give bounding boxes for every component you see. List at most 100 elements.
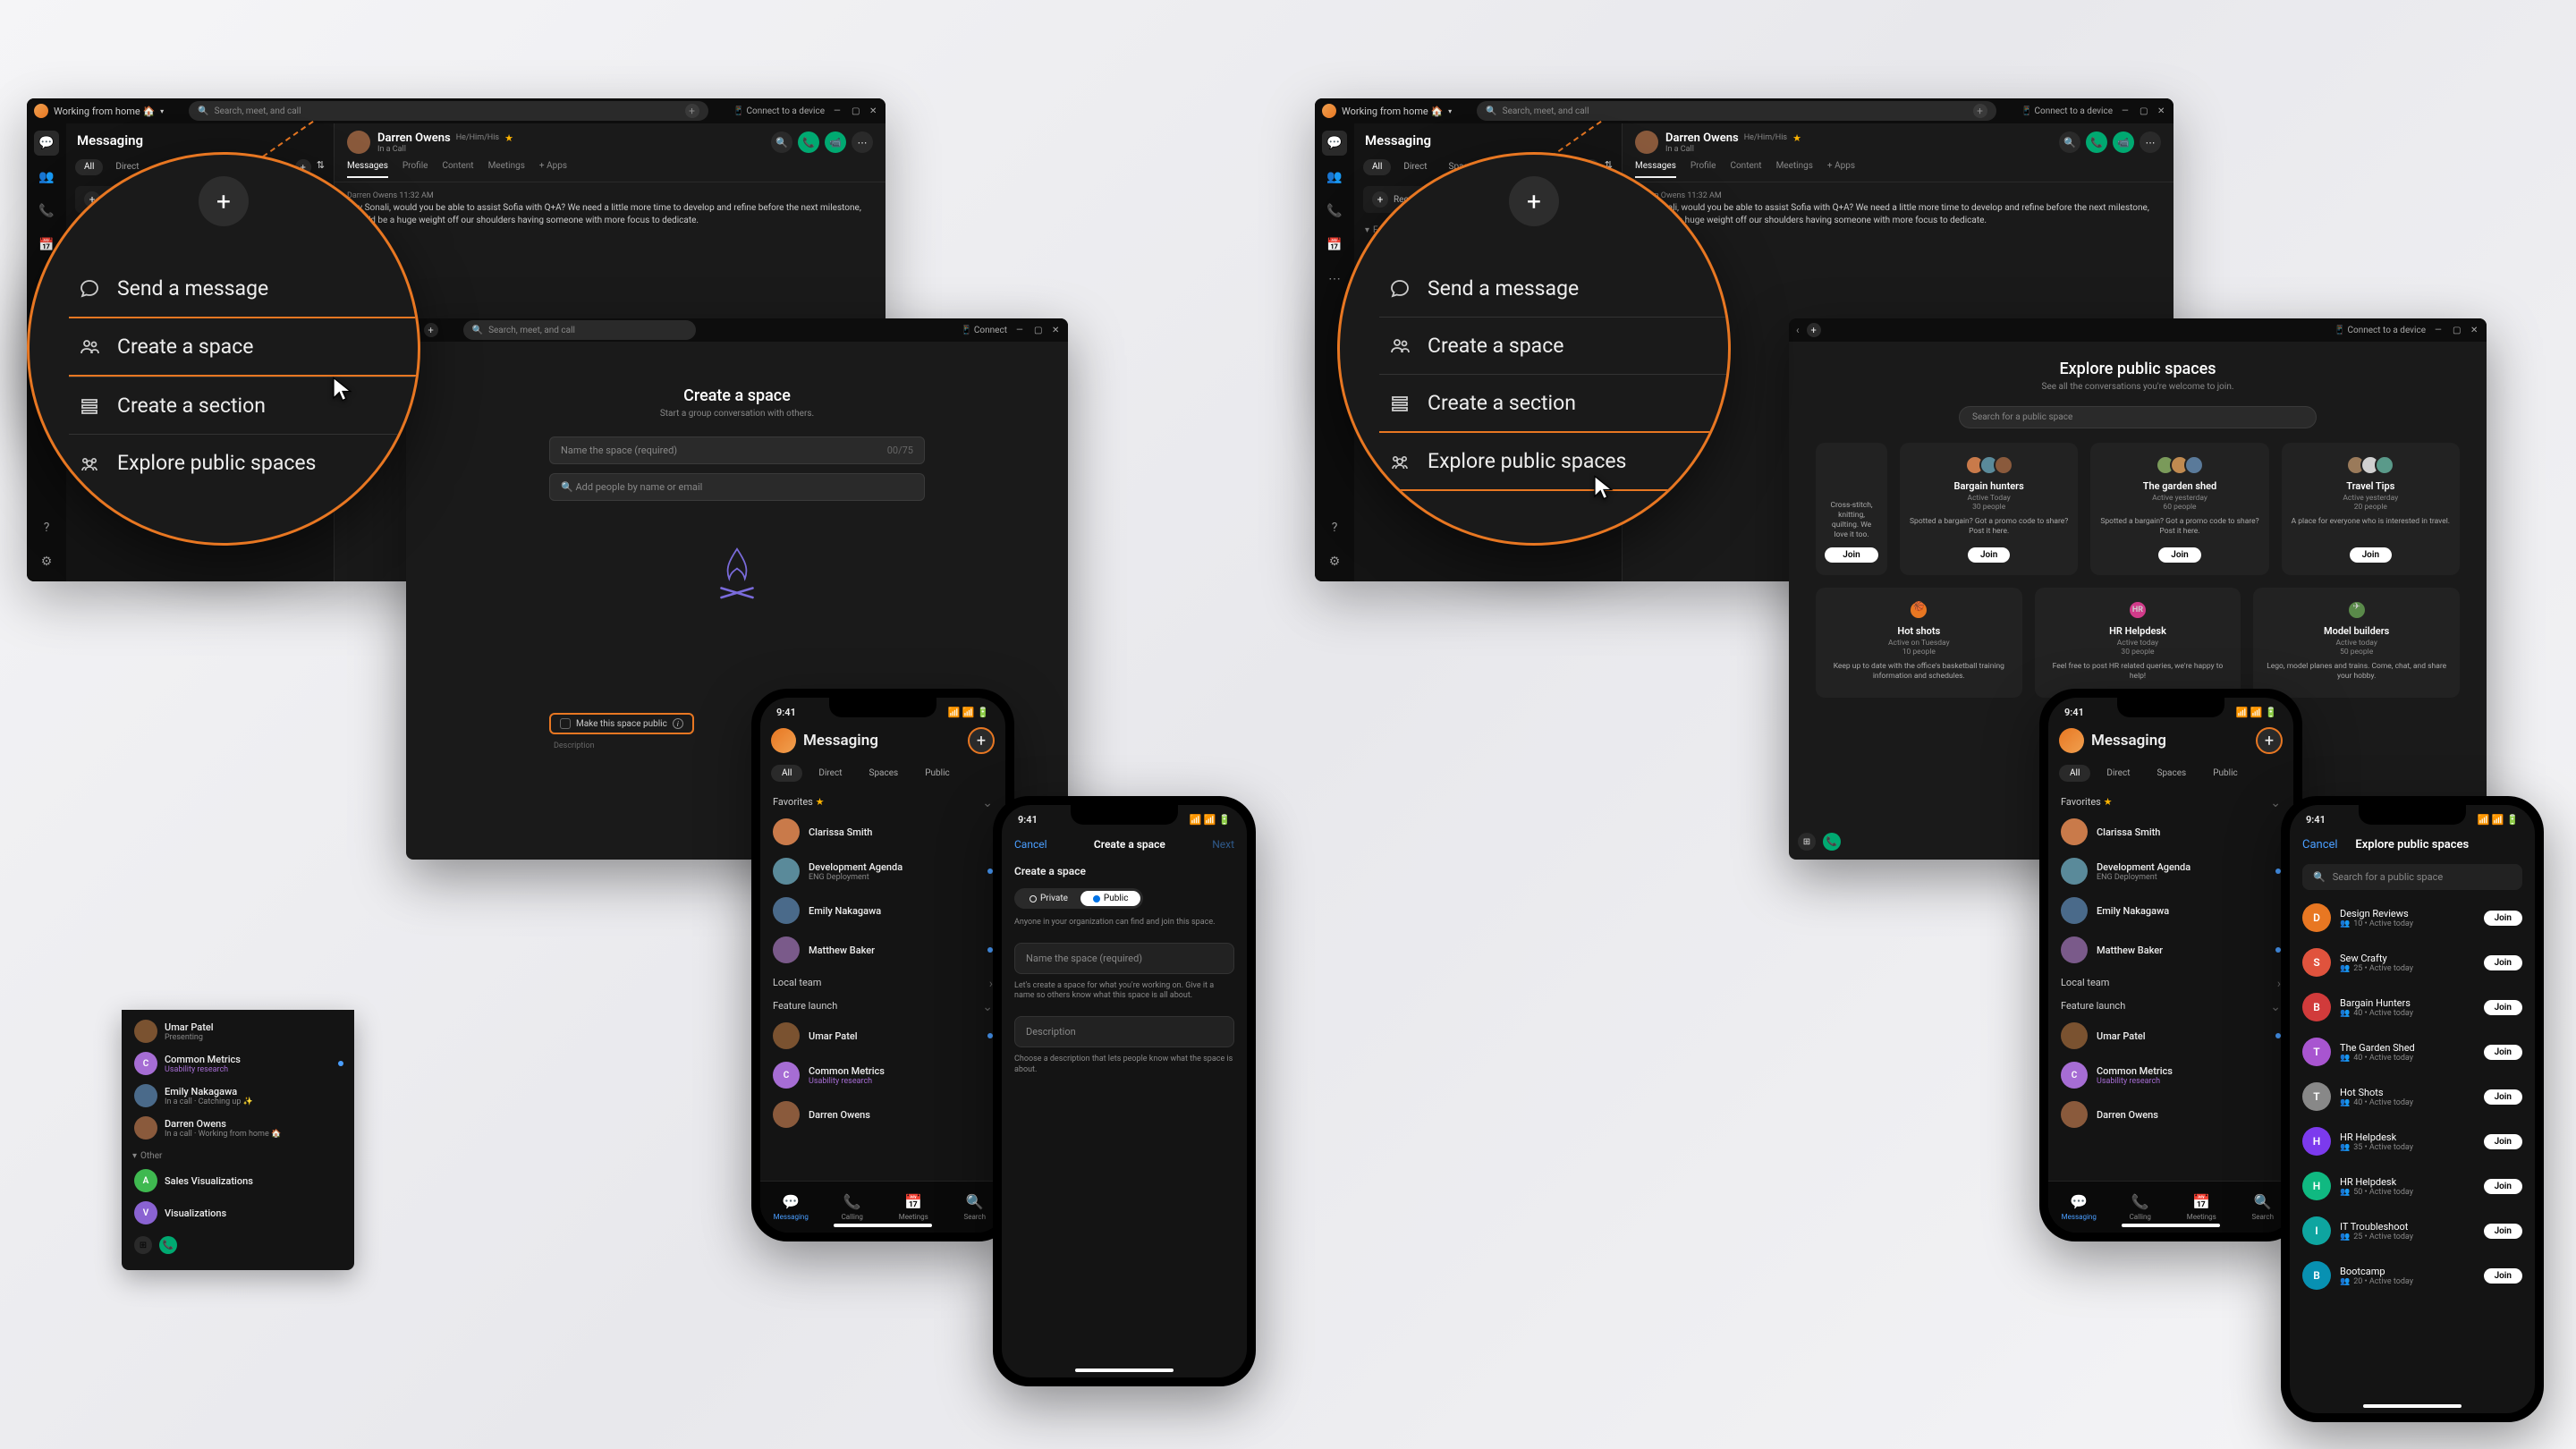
space-card[interactable]: HR HR Helpdesk Active today 30 people Fe… [2035, 588, 2241, 698]
rail-settings-icon[interactable]: ⚙ [1322, 549, 1347, 574]
seg-public[interactable]: Public [1080, 891, 1141, 906]
chat-item[interactable]: A Sales Visualizations [122, 1165, 354, 1197]
add-people-input[interactable]: 🔍 Add people by name or email [549, 473, 925, 501]
connect-device-button[interactable]: 📱 Connect to a device [2334, 326, 2426, 335]
minimize-icon[interactable]: — [2435, 326, 2444, 335]
m-tab-spaces[interactable]: Spaces [859, 765, 910, 782]
tab-apps[interactable]: + Apps [539, 161, 567, 178]
rail-calling-icon[interactable]: 📞 [1322, 199, 1347, 224]
join-button[interactable]: Join [2350, 547, 2392, 563]
maximize-icon[interactable]: ▢ [2140, 106, 2148, 115]
menu-create-section[interactable]: Create a section [69, 377, 418, 434]
other-section[interactable]: ▾Other [122, 1144, 354, 1165]
make-public-checkbox[interactable]: Make this space public i [549, 713, 694, 734]
explore-list-item[interactable]: B Bargain Hunters 👥40 • Active today Joi… [2290, 985, 2535, 1030]
rail-settings-icon[interactable]: ⚙ [34, 549, 59, 574]
contact-avatar[interactable] [347, 131, 370, 154]
explore-search-input[interactable]: Search for a public space [1959, 406, 2317, 428]
m-tab-direct[interactable]: Direct [808, 765, 852, 782]
rail-messaging-icon[interactable]: 💬 [34, 131, 59, 156]
explore-search-input[interactable]: 🔍 Search for a public space [2302, 864, 2522, 890]
m-chat-item[interactable]: Clarissa Smith [760, 812, 1005, 852]
plus-icon[interactable]: + [424, 323, 438, 337]
description-input[interactable]: Description [1014, 1016, 1234, 1047]
explore-list-item[interactable]: I IT Troubleshoot 👥25 • Active today Joi… [2290, 1208, 2535, 1253]
m-chat-item[interactable]: Emily Nakagawa [760, 891, 1005, 930]
join-button[interactable]: Join [2158, 547, 2200, 563]
m-chat-item[interactable]: Development AgendaENG Deployment [760, 852, 1005, 891]
rail-help-icon[interactable]: ? [34, 515, 59, 540]
video-call-button[interactable]: 📹 [825, 131, 846, 153]
minimize-icon[interactable]: — [834, 106, 843, 115]
m-featurelaunch-section[interactable]: Feature launch⌄ [760, 993, 1005, 1016]
user-avatar[interactable] [2059, 728, 2084, 753]
rail-help-icon[interactable]: ? [1322, 515, 1347, 540]
seg-private[interactable]: Private [1017, 891, 1080, 906]
join-button[interactable]: Join [2484, 1179, 2522, 1194]
close-icon[interactable]: ✕ [2157, 106, 2166, 115]
space-card[interactable]: Bargain hunters Active Today 30 people S… [1900, 443, 2078, 575]
tab-all[interactable]: All [75, 159, 103, 175]
join-button[interactable]: Join [1968, 547, 2010, 563]
rail-more-icon[interactable]: ⋯ [1322, 267, 1347, 292]
tab-messages[interactable]: Messages [347, 161, 388, 178]
search-conv-icon[interactable]: 🔍 [771, 131, 792, 153]
space-name-input[interactable]: Name the space (required) 00/75 [549, 436, 925, 464]
rail-call-icon[interactable]: 📞 [1823, 833, 1841, 851]
m-chat-item[interactable]: Darren Owens [760, 1095, 1005, 1134]
chat-item[interactable]: Darren OwensIn a call · Working from hom… [122, 1112, 354, 1144]
menu-send-message[interactable]: Send a message [1379, 260, 1728, 317]
global-search[interactable]: 🔍 Search, meet, and call + [189, 101, 708, 121]
tab-direct[interactable]: Direct [1394, 159, 1436, 175]
rail-apps-icon[interactable]: ⊞ [1798, 833, 1816, 851]
video-call-button[interactable]: 📹 [2113, 131, 2134, 153]
join-button[interactable]: Join [2484, 1045, 2522, 1060]
cancel-button[interactable]: Cancel [1014, 838, 1047, 851]
mobile-plus-button[interactable]: + [2256, 727, 2283, 754]
presence-status[interactable]: Working from home 🏠 ▾ [34, 104, 164, 118]
space-card[interactable]: The garden shed Active yesterday 60 peop… [2090, 443, 2268, 575]
rail-call-icon[interactable]: 📞 [159, 1236, 177, 1254]
plus-button[interactable]: + [1509, 176, 1559, 226]
favorite-star-icon[interactable]: ★ [504, 132, 513, 144]
join-button[interactable]: Join [2484, 955, 2522, 970]
plus-button[interactable]: + [199, 176, 249, 226]
user-avatar[interactable] [771, 728, 796, 753]
chat-item[interactable]: Umar PatelPresenting [122, 1015, 354, 1047]
rail-messaging-icon[interactable]: 💬 [1322, 131, 1347, 156]
minimize-icon[interactable]: — [2122, 106, 2131, 115]
menu-send-message[interactable]: Send a message [69, 260, 418, 317]
minimize-icon[interactable]: — [1016, 326, 1025, 335]
join-button[interactable]: Join [2484, 911, 2522, 926]
m-favorites-section[interactable]: Favorites ★⌄ [760, 789, 1005, 812]
close-icon[interactable]: ✕ [2470, 326, 2479, 335]
m-chat-item[interactable]: Matthew Baker [760, 930, 1005, 970]
m-tab-all[interactable]: All [771, 765, 802, 782]
rail-meetings-icon[interactable]: 📅 [1322, 233, 1347, 258]
space-name-input[interactable]: Name the space (required) [1014, 943, 1234, 974]
rail-calling-icon[interactable]: 📞 [34, 199, 59, 224]
connect-device-button[interactable]: 📱 Connect to a device [2021, 106, 2113, 116]
mobile-plus-button[interactable]: + [968, 727, 995, 754]
join-button[interactable]: Join [2484, 1268, 2522, 1284]
global-search[interactable]: 🔍 Search, meet, and call + [1477, 101, 1996, 121]
more-icon[interactable]: ⋯ [2140, 131, 2161, 153]
cancel-button[interactable]: Cancel [2302, 838, 2338, 852]
menu-explore-public[interactable]: Explore public spaces [69, 434, 418, 491]
chat-item[interactable]: Emily NakagawaIn a call · Catching up ✨ [122, 1080, 354, 1112]
m-tab-public[interactable]: Public [914, 765, 961, 782]
tab-content[interactable]: Content [442, 161, 473, 178]
explore-list-item[interactable]: T The Garden Shed 👥40 • Active today Joi… [2290, 1030, 2535, 1074]
next-button[interactable]: Next [1212, 838, 1234, 851]
filter-icon[interactable]: ⇅ [317, 159, 325, 175]
search-conv-icon[interactable]: 🔍 [2059, 131, 2080, 153]
rail-teams-icon[interactable]: 👥 [1322, 165, 1347, 190]
menu-explore-public[interactable]: Explore public spaces [1379, 431, 1728, 491]
m-chat-item[interactable]: CCommon MetricsUsability research [760, 1055, 1005, 1095]
join-button[interactable]: Join [1825, 547, 1878, 563]
maximize-icon[interactable]: ▢ [1034, 326, 1043, 335]
explore-list-item[interactable]: T Hot Shots 👥40 • Active today Join [2290, 1074, 2535, 1119]
audio-call-button[interactable]: 📞 [798, 131, 819, 153]
explore-list-item[interactable]: S Sew Crafty 👥25 • Active today Join [2290, 940, 2535, 985]
add-icon[interactable]: + [685, 104, 699, 118]
